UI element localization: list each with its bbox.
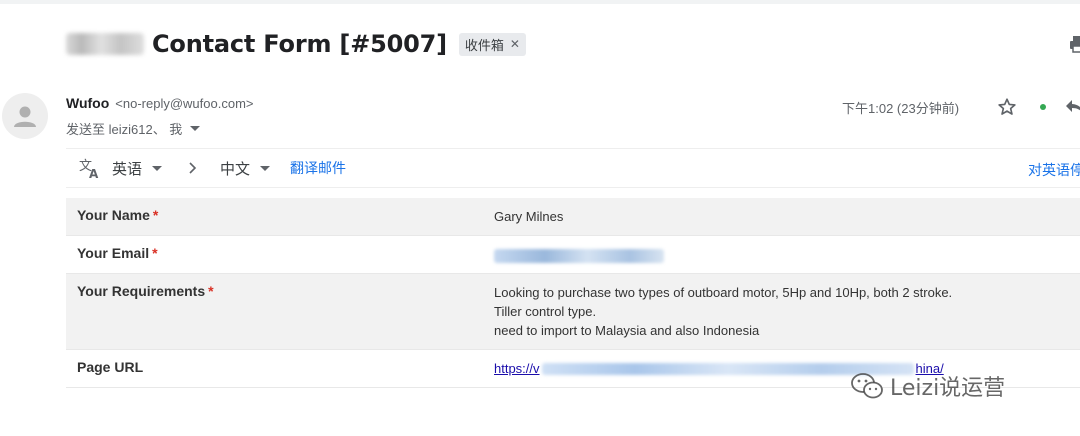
email-subject: Contact Form [#5007] xyxy=(152,30,447,58)
sender-avatar[interactable] xyxy=(2,93,48,139)
form-entry-table: Your Name * Gary Milnes Your Email * Your … xyxy=(66,198,1080,388)
reply-icon[interactable] xyxy=(1064,97,1080,115)
chevron-down-icon xyxy=(152,165,163,171)
field-label-text: Page URL xyxy=(77,359,144,375)
field-label: Your Email * xyxy=(66,235,482,274)
field-label-text: Your Email xyxy=(77,245,150,261)
translate-message-link[interactable]: 翻译邮件 xyxy=(290,158,346,178)
watermark: Leizi说运营 xyxy=(850,370,1005,402)
required-marker: * xyxy=(152,245,158,261)
requirements-line: Looking to purchase two types of outboar… xyxy=(494,285,953,300)
field-label: Your Name * xyxy=(66,198,482,236)
online-status-dot-icon xyxy=(1040,104,1046,110)
recipient-text: 发送至 leizi612、 我 xyxy=(66,122,183,137)
sender-line: Wufoo <no-reply@wufoo.com> xyxy=(66,95,254,111)
label-chip-text: 收件箱 xyxy=(464,37,504,53)
required-marker: * xyxy=(152,207,159,223)
remove-label-icon[interactable]: ✕ xyxy=(510,37,520,51)
url-start-text: https://v xyxy=(494,361,540,376)
recipient-details-toggle[interactable]: 发送至 leizi612、 我 xyxy=(66,119,201,138)
watermark-text: Leizi说运营 xyxy=(890,376,1006,401)
target-language-select[interactable]: 中文 xyxy=(220,158,271,179)
star-icon[interactable] xyxy=(996,96,1018,118)
svg-text:A: A xyxy=(89,167,99,179)
field-value: Gary Milnes xyxy=(482,198,1080,236)
redacted-subject-prefix xyxy=(66,33,144,55)
top-divider xyxy=(0,0,1080,4)
field-label-text: Your Requirements xyxy=(77,283,206,299)
translate-icon: 文 A xyxy=(79,159,99,179)
field-label: Page URL xyxy=(66,349,482,388)
table-row: Your Name * Gary Milnes xyxy=(66,198,1080,236)
sender-email: <no-reply@wufoo.com> xyxy=(115,96,254,111)
field-label: Your Requirements * xyxy=(66,273,482,350)
table-row: Your Email * xyxy=(66,235,1080,274)
requirements-line: need to import to Malaysia and also Indo… xyxy=(494,323,760,338)
chevron-right-icon xyxy=(189,162,197,174)
person-icon xyxy=(14,106,36,127)
print-icon[interactable] xyxy=(1070,34,1080,54)
redacted-email-link[interactable] xyxy=(494,248,664,263)
translate-bar: 文 A 英语 中文 翻译邮件 对英语停 xyxy=(66,148,1080,188)
subject-row: Contact Form [#5007] 收件箱 ✕ xyxy=(66,26,526,62)
target-language-label: 中文 xyxy=(220,159,251,178)
field-value: Looking to purchase two types of outboar… xyxy=(482,273,1080,350)
requirements-line: Tiller control type. xyxy=(494,304,597,319)
field-value xyxy=(482,235,1080,274)
turn-off-translation-link[interactable]: 对英语停 xyxy=(1028,160,1080,180)
chevron-down-icon xyxy=(260,165,271,171)
email-timestamp: 下午1:02 (23分钟前) xyxy=(842,101,960,116)
field-label-text: Your Name xyxy=(77,207,150,223)
sender-name[interactable]: Wufoo xyxy=(66,95,109,111)
table-row: Your Requirements * Looking to purchase t… xyxy=(66,273,1080,350)
chevron-down-icon[interactable] xyxy=(190,126,201,131)
inbox-label-chip[interactable]: 收件箱 ✕ xyxy=(458,32,526,56)
source-language-label: 英语 xyxy=(112,159,143,178)
source-language-select[interactable]: 英语 xyxy=(112,158,163,179)
required-marker: * xyxy=(208,283,214,299)
wechat-icon xyxy=(851,373,883,399)
